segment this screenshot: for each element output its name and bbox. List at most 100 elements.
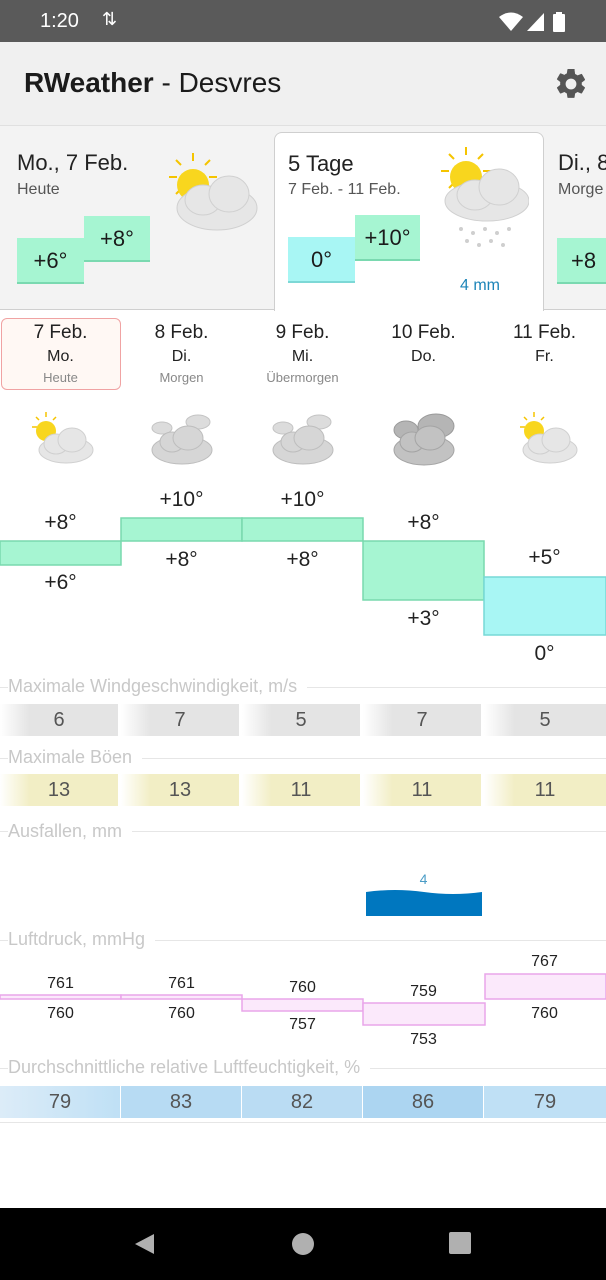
- card-tomorrow[interactable]: Di., 8 Morge +8: [546, 126, 606, 310]
- forecast-cards-strip: Mo., 7 Feb. Heute +6° +8° 5 Tage 7 Feb. …: [0, 126, 606, 311]
- clouds-icon: [272, 414, 334, 465]
- pressure-low-label: 753: [410, 1031, 437, 1048]
- section-title-precip: Ausfallen, mm: [8, 821, 133, 842]
- temp-bar-3: [362, 540, 485, 601]
- low-temp-label: +8°: [165, 548, 198, 571]
- day-weekday: Di.: [171, 348, 192, 365]
- day-date: 11 Feb.: [512, 322, 577, 343]
- pressure-high-label: 759: [410, 983, 437, 1000]
- card-precip: 4 mm: [460, 277, 500, 294]
- wind-cell: 7: [121, 704, 239, 736]
- humidity-cell: 79: [0, 1086, 120, 1118]
- pressure-low-label: 760: [168, 1005, 195, 1022]
- high-temp-label: +10°: [280, 488, 325, 511]
- wind-cell: 6: [0, 704, 118, 736]
- card-subtitle: Heute: [17, 181, 60, 198]
- day-date: 8 Feb.: [154, 322, 209, 343]
- sun-cloud-icon: [520, 412, 578, 464]
- gust-cell: 13: [121, 774, 239, 806]
- card-five-days[interactable]: 5 Tage 7 Feb. - 11 Feb. 0° +10° 4 mm: [274, 132, 544, 311]
- pressure-bar-2: [241, 998, 364, 1012]
- low-temp-label: +6°: [44, 571, 77, 594]
- temp-bar-2: [241, 517, 364, 542]
- day-header-2[interactable]: 9 Feb. Mi. Übermorgen: [242, 322, 363, 385]
- precip-value: 4: [419, 871, 428, 887]
- card-today[interactable]: Mo., 7 Feb. Heute +6° +8°: [0, 126, 272, 310]
- gust-cell: 13: [0, 774, 118, 806]
- humidity-cell: 83: [121, 1086, 241, 1118]
- day-weekday: Do.: [411, 348, 436, 365]
- card-high-temp: +10°: [355, 215, 420, 261]
- pressure-bar-0: [0, 994, 122, 1000]
- day-header-1[interactable]: 8 Feb. Di. Morgen: [121, 322, 242, 385]
- day-weekday: Fr.: [535, 348, 554, 365]
- gust-cell: 11: [363, 774, 481, 806]
- location-name: Desvres: [178, 67, 282, 98]
- temp-bar-1: [120, 517, 243, 542]
- humidity-cell: 79: [484, 1086, 606, 1118]
- sync-icon: ⇅: [102, 9, 118, 29]
- temp-bar-0: [0, 540, 122, 566]
- card-low-temp: +8: [557, 238, 606, 284]
- pressure-low-label: 757: [289, 1016, 316, 1033]
- card-low-temp: +6°: [17, 238, 84, 284]
- pressure-bar-3: [362, 1002, 486, 1026]
- section-title-gusts: Maximale Böen: [8, 747, 143, 768]
- wind-cell: 5: [242, 704, 360, 736]
- pressure-high-label: 767: [531, 953, 558, 970]
- pressure-high-label: 761: [47, 975, 74, 992]
- card-title: 5 Tage: [288, 151, 354, 176]
- clouds-icon: [151, 414, 213, 465]
- gear-icon[interactable]: [553, 66, 589, 102]
- status-bar: 1:20 ⇅: [0, 0, 606, 42]
- day-weekday: Mo.: [47, 348, 74, 365]
- cellular-signal-icon: [527, 13, 544, 31]
- card-low-temp: 0°: [288, 237, 355, 283]
- wind-cell: 7: [363, 704, 481, 736]
- title-separator: -: [153, 67, 179, 98]
- day-relative: Übermorgen: [266, 370, 339, 385]
- day-date: 9 Feb.: [275, 322, 330, 343]
- day-date: 7 Feb.: [33, 322, 88, 343]
- sun-cloud-icon: [32, 412, 94, 464]
- low-temp-label: +8°: [286, 548, 319, 571]
- humidity-cell: 82: [242, 1086, 362, 1118]
- wifi-icon: [499, 12, 523, 31]
- navigation-bar: [0, 1208, 606, 1280]
- pressure-high-label: 760: [289, 979, 316, 996]
- pressure-low-label: 760: [47, 1005, 74, 1022]
- card-high-temp: +8°: [84, 216, 150, 262]
- section-title-pressure: Luftdruck, mmHg: [8, 929, 156, 950]
- card-subtitle: Morge: [558, 181, 604, 198]
- wind-cell: 5: [484, 704, 606, 736]
- high-temp-label: +5°: [528, 546, 561, 569]
- status-time: 1:20: [40, 10, 79, 32]
- app-name: RWeather: [24, 67, 154, 98]
- card-title: Mo., 7 Feb.: [17, 150, 129, 175]
- app-bar: RWeather - Desvres: [0, 42, 606, 126]
- recents-icon[interactable]: [449, 1232, 471, 1254]
- app-title: RWeather - Desvres: [24, 67, 281, 99]
- day-date: 10 Feb.: [391, 322, 456, 343]
- high-temp-label: +8°: [407, 511, 440, 534]
- day-header-0[interactable]: 7 Feb. Mo. Heute: [0, 322, 121, 385]
- back-icon[interactable]: [132, 1232, 156, 1256]
- dark-clouds-icon: [393, 413, 455, 466]
- low-temp-label: +3°: [407, 607, 440, 630]
- high-temp-label: +10°: [159, 488, 204, 511]
- day-header-4[interactable]: 11 Feb. Fr.: [484, 322, 605, 370]
- section-divider: [0, 1122, 606, 1123]
- precip-bar: [366, 890, 482, 916]
- humidity-cell: 86: [363, 1086, 483, 1118]
- home-icon[interactable]: [291, 1232, 315, 1256]
- card-subtitle: 7 Feb. - 11 Feb.: [288, 181, 401, 198]
- gust-cell: 11: [484, 774, 606, 806]
- day-header-3[interactable]: 10 Feb. Do.: [363, 322, 484, 370]
- pressure-high-label: 761: [168, 975, 195, 992]
- section-title-humidity: Durchschnittliche relative Luftfeuchtigk…: [8, 1057, 371, 1078]
- pressure-bar-4: [484, 973, 606, 1000]
- day-weekday: Mi.: [291, 348, 314, 365]
- section-title-wind: Maximale Windgeschwindigkeit, m/s: [8, 676, 308, 697]
- pressure-low-label: 760: [531, 1005, 558, 1022]
- temp-bar-4: [483, 576, 606, 636]
